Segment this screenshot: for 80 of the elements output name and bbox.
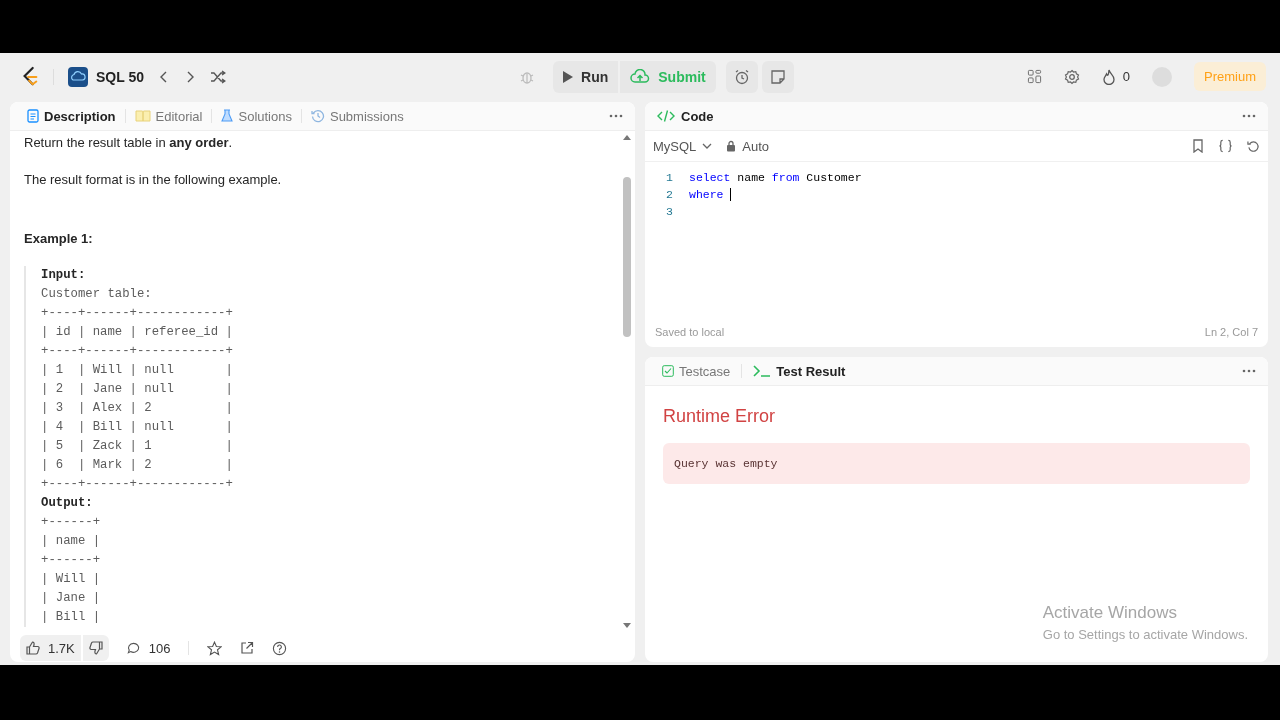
shuffle-icon[interactable] [210, 69, 226, 84]
layout-grid-icon[interactable] [1026, 69, 1042, 84]
line-number: 1 [665, 171, 673, 184]
panel-tab[interactable]: Submissions [305, 104, 409, 128]
settings-icon[interactable] [1063, 68, 1080, 85]
example-line: | Will | [41, 571, 102, 588]
example-line: | name | [41, 533, 102, 550]
mode-label[interactable]: Auto [742, 138, 770, 154]
example-line: +------+ [41, 552, 102, 569]
line-number: 2 [665, 188, 673, 201]
history-icon [310, 109, 325, 123]
cloud-app-icon [68, 66, 88, 87]
cloud-upload-icon [630, 68, 651, 85]
activation-notice-title: Activate Windows [1042, 603, 1178, 623]
line-number: 3 [665, 205, 673, 218]
example-title: Example 1: [24, 231, 94, 246]
save-status: Saved to local [655, 326, 725, 338]
flask-icon [221, 109, 234, 123]
logo-icon[interactable] [21, 65, 39, 88]
book-icon [134, 110, 151, 122]
language-dropdown[interactable]: MySQL [653, 138, 713, 154]
example-line: | 1 | Will | null | [41, 362, 234, 379]
panel-tab[interactable]: Description [22, 104, 121, 128]
description-text: The result format is in the following example. [24, 172, 283, 187]
panel-tab[interactable]: Solutions [216, 104, 297, 128]
scroll-down-icon[interactable] [623, 623, 631, 628]
description-text: Return the result table in any order. [24, 135, 234, 150]
example-line: | 2 | Jane | null | [41, 381, 234, 398]
scroll-up-icon[interactable] [623, 135, 631, 140]
reset-icon[interactable] [1247, 139, 1260, 153]
example-line: | 3 | Alex | 2 | [41, 400, 234, 417]
example-line: +----+------+------------+ [41, 343, 234, 360]
result-title: Runtime Error [663, 406, 777, 427]
run-button[interactable]: Run [553, 60, 619, 93]
text-cursor [729, 188, 731, 201]
streak-count: 0 [1122, 69, 1130, 84]
lock-icon [726, 140, 737, 152]
comments-button[interactable]: 106 [126, 640, 171, 656]
note-icon[interactable] [761, 60, 794, 93]
cursor-position: Ln 2, Col 7 [1204, 326, 1258, 338]
example-line: | 4 | Bill | null | [41, 419, 234, 436]
checkbox-icon [662, 365, 674, 377]
document-icon [27, 109, 39, 123]
thumbs-up-icon [26, 641, 40, 655]
activation-notice-text: Go to Settings to activate Windows. [1042, 627, 1248, 642]
example-line: +----+------+------------+ [41, 305, 234, 322]
comment-icon [126, 641, 140, 655]
scrollbar-thumb[interactable] [623, 176, 631, 337]
example-line: | 6 | Mark | 2 | [41, 457, 234, 474]
example-label: Output: [41, 495, 94, 512]
example-line: +----+------+------------+ [41, 476, 234, 493]
error-message: Query was empty [663, 443, 1250, 484]
alarm-clock-icon[interactable] [725, 60, 758, 93]
panel-tab[interactable]: Test Result [748, 359, 851, 383]
example-line: Customer table: [41, 286, 153, 303]
panel-title: Code [681, 108, 714, 124]
panel-tab[interactable]: Testcase [657, 359, 736, 383]
dislike-icon[interactable] [82, 635, 109, 661]
code-editor[interactable]: 1 select name from Customer 2 where 3 [645, 162, 1268, 317]
study-plan-title[interactable]: SQL 50 [96, 68, 144, 85]
bookmark-icon[interactable] [1192, 139, 1204, 153]
help-icon[interactable] [272, 640, 288, 656]
braces-icon[interactable] [1218, 139, 1233, 153]
code-icon [657, 109, 675, 123]
flame-icon[interactable] [1101, 68, 1116, 85]
example-line: | Bill | [41, 609, 102, 626]
example-line: +------+ [41, 514, 102, 531]
example-label: Input: [41, 267, 87, 284]
example-line: | Jane | [41, 590, 102, 607]
terminal-icon [753, 365, 772, 377]
like-button[interactable]: 1.7K [20, 635, 81, 661]
chevron-down-icon [702, 143, 713, 149]
example-line: | id | name | referee_id | [41, 324, 234, 341]
play-icon [563, 70, 574, 83]
example-line: | 5 | Zack | 1 | [41, 438, 234, 455]
code-line: where [689, 188, 724, 201]
star-icon[interactable] [207, 640, 223, 656]
code-line: select name from Customer [689, 171, 862, 184]
share-icon[interactable] [240, 641, 255, 655]
panel-tab[interactable]: Editorial [129, 104, 208, 128]
